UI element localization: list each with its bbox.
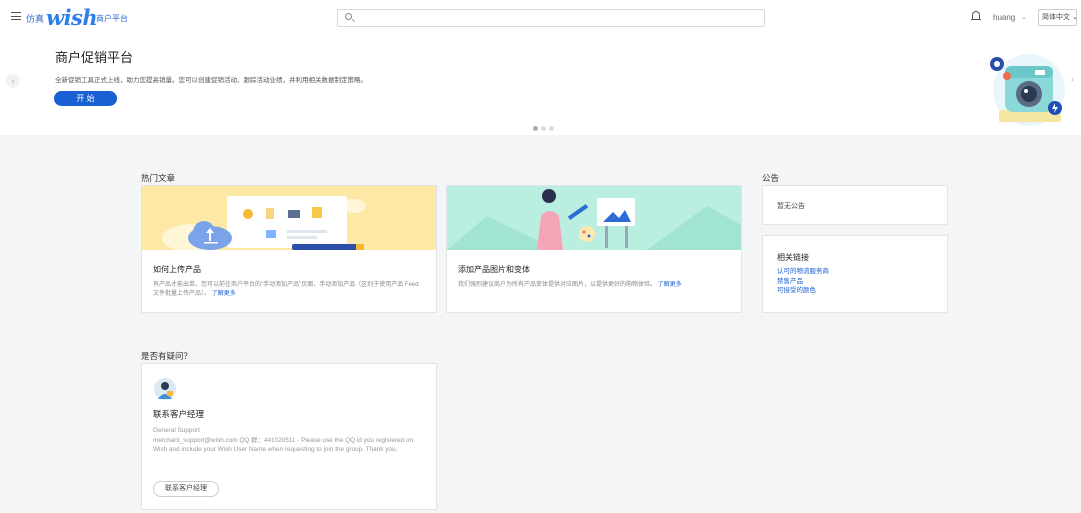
carousel-dot[interactable]	[549, 126, 554, 131]
chevron-down-icon[interactable]: ⌄	[1021, 13, 1027, 21]
link-prohibited-products[interactable]: 禁售产品	[777, 277, 829, 287]
carousel-dot[interactable]	[541, 126, 546, 131]
wish-logo[interactable]: wish	[46, 5, 98, 30]
banner-description: 全新促销工具正式上线，助力您提高销量。您可以创建促销活动、跟踪活动业绩，并利用相…	[55, 77, 367, 84]
search-input[interactable]	[358, 11, 758, 25]
article-desc-text: 有产品才能出单。您可以前往商户平台的"手动添加产品"页面、手动添加产品（区别于使…	[153, 282, 419, 297]
article-desc: 有产品才能出单。您可以前往商户平台的"手动添加产品"页面、手动添加产品（区别于使…	[153, 281, 426, 299]
related-links-list: 认可的物流服务商 禁售产品 可接受的颜色	[777, 267, 829, 296]
notice-card: 暂无公告	[762, 185, 948, 225]
faq-desc-line: General Support	[153, 427, 200, 434]
contact-card: 联系客户经理 General Support merchant_support@…	[141, 363, 437, 510]
carousel-dot[interactable]	[533, 126, 538, 131]
user-menu[interactable]: huang	[993, 13, 1015, 22]
learn-more-link[interactable]: 了解更多	[212, 291, 236, 297]
bell-icon[interactable]	[971, 11, 981, 20]
faq-title: 联系客户经理	[153, 409, 205, 419]
faq-heading: 是否有疑问？	[141, 351, 193, 361]
article-card-images[interactable]: 添加产品图片和变体 我们强烈建议商户为所有产品变体提供对应图片，以提供更好的购物…	[446, 185, 742, 313]
carousel-next-button[interactable]: ›	[1071, 74, 1074, 84]
link-accepted-colors[interactable]: 可接受的颜色	[777, 286, 829, 296]
article-title[interactable]: 添加产品图片和变体	[458, 264, 530, 275]
language-select[interactable]: 简体中文 ⌄	[1038, 9, 1077, 26]
contact-manager-button[interactable]: 联系客户经理	[153, 481, 219, 497]
menu-icon[interactable]	[11, 12, 21, 20]
simulation-label: 仿真	[26, 14, 45, 24]
faq-desc: General Support merchant_support@wish.co…	[153, 426, 421, 455]
article-title[interactable]: 如何上传产品	[153, 264, 201, 275]
promo-banner: ‹ 商户促销平台 全新促销工具正式上线，助力您提高销量。您可以创建促销活动、跟踪…	[0, 36, 1081, 135]
top-bar: 仿真 wish 商户平台 huang ⌄ 简体中文 ⌄	[0, 0, 1081, 36]
related-links-card: 相关链接 认可的物流服务商 禁售产品 可接受的颜色	[762, 235, 948, 313]
article-image-variants	[447, 186, 741, 250]
article-image-upload	[142, 186, 436, 250]
faq-desc-line: merchant_support@wish.com QQ 群：441020511…	[153, 436, 413, 454]
article-desc-text: 我们强烈建议商户为所有产品变体提供对应图片，以提供更好的购物体验。	[458, 282, 657, 288]
carousel-prev-button[interactable]: ‹	[6, 74, 20, 88]
notice-text: 暂无公告	[777, 203, 805, 210]
learn-more-link[interactable]: 了解更多	[658, 282, 682, 288]
popular-heading: 热门文章	[141, 173, 176, 183]
notice-heading: 公告	[762, 173, 780, 183]
support-avatar-icon	[154, 378, 176, 400]
banner-title: 商户促销平台	[55, 50, 134, 65]
related-links-title: 相关链接	[777, 253, 809, 262]
article-card-upload[interactable]: 如何上传产品 有产品才能出单。您可以前往商户平台的"手动添加产品"页面、手动添加…	[141, 185, 437, 313]
carousel-dots	[533, 124, 557, 133]
search-icon	[345, 13, 352, 20]
article-desc: 我们强烈建议商户为所有产品变体提供对应图片，以提供更好的购物体验。 了解更多	[458, 281, 731, 290]
camera-illustration	[990, 54, 1065, 126]
search-box[interactable]	[337, 9, 765, 27]
link-logistics[interactable]: 认可的物流服务商	[777, 267, 829, 277]
start-button[interactable]: 开 始	[54, 91, 117, 106]
platform-label: 商户平台	[96, 14, 128, 23]
